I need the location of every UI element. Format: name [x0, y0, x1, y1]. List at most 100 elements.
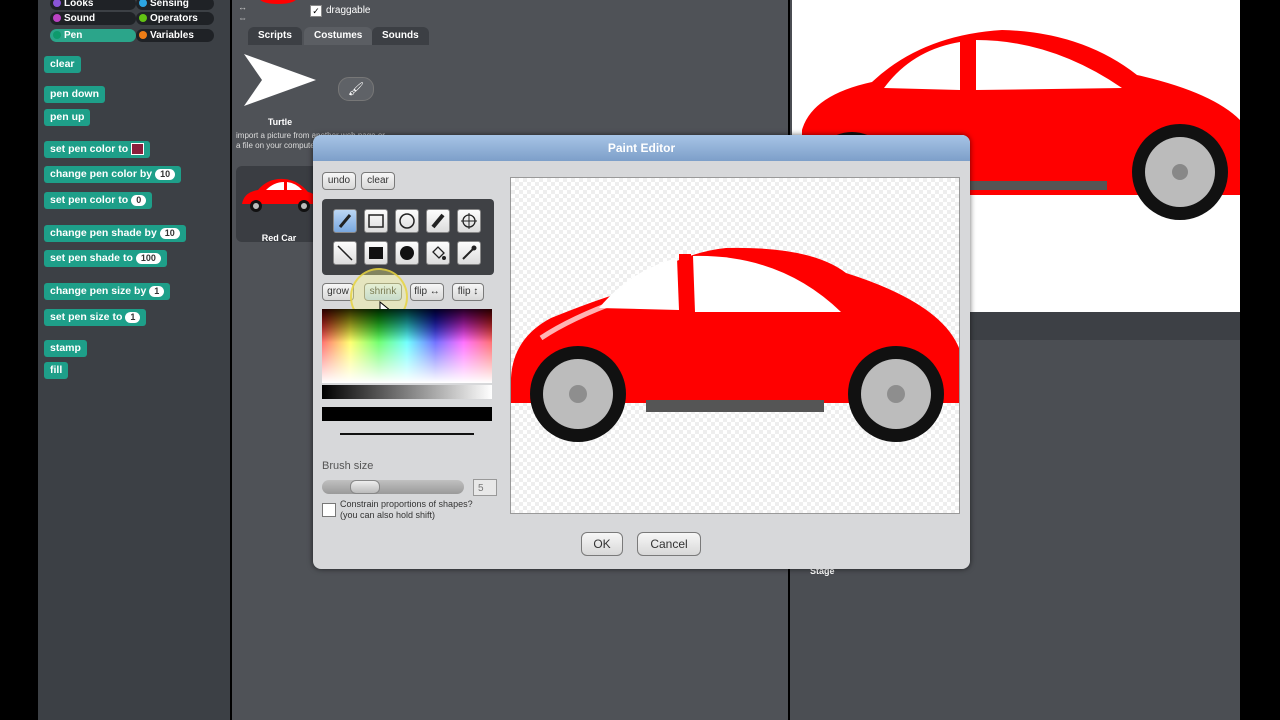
- line-icon: [337, 245, 353, 261]
- number-slot[interactable]: 1: [125, 311, 141, 323]
- block-label: set pen color to: [50, 143, 129, 155]
- category-pen[interactable]: Pen: [50, 29, 136, 42]
- ellipse-icon: [399, 213, 415, 229]
- tool-rotation-center[interactable]: [457, 209, 481, 233]
- block-stamp[interactable]: stamp: [44, 340, 87, 357]
- tab-sounds[interactable]: Sounds: [372, 27, 429, 45]
- paintbrush-icon: [338, 214, 352, 228]
- draggable-label: draggable: [326, 5, 371, 16]
- category-looks[interactable]: Looks: [50, 0, 136, 10]
- block-label: fill: [50, 364, 63, 376]
- category-label: Sensing: [150, 0, 189, 9]
- tool-ellipse[interactable]: [395, 209, 419, 233]
- costume-red-car[interactable]: Red Car: [236, 166, 322, 243]
- block-set-pen-color-number[interactable]: set pen color to 0: [44, 192, 153, 209]
- pen-dot-icon: [53, 31, 61, 39]
- block-clear[interactable]: clear: [44, 56, 81, 73]
- tool-paint-bucket[interactable]: [426, 241, 450, 265]
- paint-editor-dialog: Paint Editor undo clear grow shrink flip…: [313, 135, 970, 569]
- grayscale-bar[interactable]: [322, 385, 492, 399]
- tool-filled-ellipse[interactable]: [395, 241, 419, 265]
- block-fill[interactable]: fill: [44, 362, 69, 379]
- block-palette: Looks Sensing Sound Operators Pen Variab…: [38, 0, 230, 720]
- category-label: Pen: [64, 30, 83, 41]
- number-slot[interactable]: 10: [159, 227, 180, 239]
- eraser-icon: [431, 213, 445, 229]
- tool-rectangle[interactable]: [364, 209, 388, 233]
- tool-eraser[interactable]: [426, 209, 450, 233]
- color-spectrum[interactable]: [322, 309, 492, 383]
- tool-filled-rectangle[interactable]: [364, 241, 388, 265]
- category-operators[interactable]: Operators: [136, 12, 214, 25]
- constrain-hint: (you can also hold shift): [340, 510, 436, 520]
- paint-bucket-icon: [432, 246, 446, 260]
- sensing-dot-icon: [139, 0, 147, 7]
- brush-size-slider[interactable]: [322, 480, 464, 494]
- category-sensing[interactable]: Sensing: [136, 0, 214, 10]
- looks-dot-icon: [53, 0, 61, 7]
- block-set-pen-color[interactable]: set pen color to: [44, 141, 151, 158]
- red-car-drawing-icon: [511, 247, 959, 442]
- brush-size-label: Brush size: [322, 460, 374, 472]
- number-slot[interactable]: 0: [131, 194, 147, 206]
- category-sound[interactable]: Sound: [50, 12, 136, 25]
- tab-costumes[interactable]: Costumes: [304, 27, 373, 45]
- number-slot[interactable]: 1: [149, 285, 165, 297]
- constrain-checkbox[interactable]: [322, 503, 336, 517]
- rectangle-icon: [368, 214, 384, 228]
- rotation-lock-icon[interactable]: ⇔: [238, 13, 247, 23]
- ok-button[interactable]: OK: [581, 532, 623, 556]
- rotation-style-icon[interactable]: ↔: [238, 2, 247, 12]
- block-label: pen up: [50, 111, 85, 123]
- costume-name: Red Car: [261, 233, 297, 243]
- tool-eyedropper[interactable]: [457, 241, 481, 265]
- tab-scripts[interactable]: Scripts: [248, 27, 302, 45]
- variables-dot-icon: [139, 31, 147, 39]
- paint-brush-icon[interactable]: 🖌: [338, 77, 374, 101]
- flip-vertical-button[interactable]: flip ↕: [452, 283, 484, 301]
- eyedropper-icon: [462, 245, 477, 260]
- block-label: stamp: [50, 342, 81, 354]
- costume-name: Turtle: [267, 117, 293, 127]
- category-label: Operators: [150, 13, 198, 24]
- number-slot[interactable]: 10: [155, 168, 176, 180]
- category-variables[interactable]: Variables: [136, 29, 214, 42]
- cancel-button[interactable]: Cancel: [637, 532, 701, 556]
- costume-turtle[interactable]: Turtle: [240, 50, 320, 127]
- filled-ellipse-icon: [400, 246, 414, 260]
- category-label: Sound: [64, 13, 96, 24]
- block-pen-down[interactable]: pen down: [44, 86, 105, 103]
- number-slot[interactable]: 100: [135, 252, 161, 264]
- crosshair-icon: [461, 213, 477, 229]
- drawing-canvas[interactable]: [510, 177, 960, 514]
- block-label: pen down: [50, 88, 99, 100]
- tool-line[interactable]: [333, 241, 357, 265]
- color-swatch[interactable]: [131, 143, 145, 156]
- dialog-title: Paint Editor: [313, 135, 970, 161]
- sprite-thumbnail: [258, 0, 298, 6]
- shrink-button[interactable]: shrink: [364, 283, 402, 301]
- block-label: set pen shade to: [50, 252, 133, 264]
- block-pen-up[interactable]: pen up: [44, 109, 91, 126]
- flip-horizontal-button[interactable]: flip ↔: [410, 283, 444, 301]
- clear-button[interactable]: clear: [361, 172, 395, 190]
- grow-button[interactable]: grow: [322, 283, 354, 301]
- undo-button[interactable]: undo: [322, 172, 356, 190]
- block-set-pen-size[interactable]: set pen size to 1: [44, 309, 147, 326]
- block-label: set pen color to: [50, 194, 129, 206]
- block-label: change pen size by: [50, 285, 147, 297]
- block-change-pen-size[interactable]: change pen size by 1: [44, 283, 171, 300]
- block-change-pen-color[interactable]: change pen color by 10: [44, 166, 182, 183]
- constrain-text: Constrain proportions of shapes?: [340, 499, 473, 509]
- tool-paintbrush[interactable]: [333, 209, 357, 233]
- red-car-thumbnail-icon: [242, 178, 318, 212]
- brush-size-field[interactable]: 5: [473, 479, 497, 496]
- draggable-checkbox[interactable]: ✓: [310, 5, 322, 17]
- category-label: Variables: [150, 30, 194, 41]
- slider-thumb[interactable]: [350, 480, 380, 494]
- current-color-swatch: [322, 407, 492, 421]
- category-label: Looks: [64, 0, 94, 9]
- block-set-pen-shade[interactable]: set pen shade to 100: [44, 250, 167, 267]
- block-label: clear: [50, 58, 75, 70]
- block-change-pen-shade[interactable]: change pen shade by 10: [44, 225, 186, 242]
